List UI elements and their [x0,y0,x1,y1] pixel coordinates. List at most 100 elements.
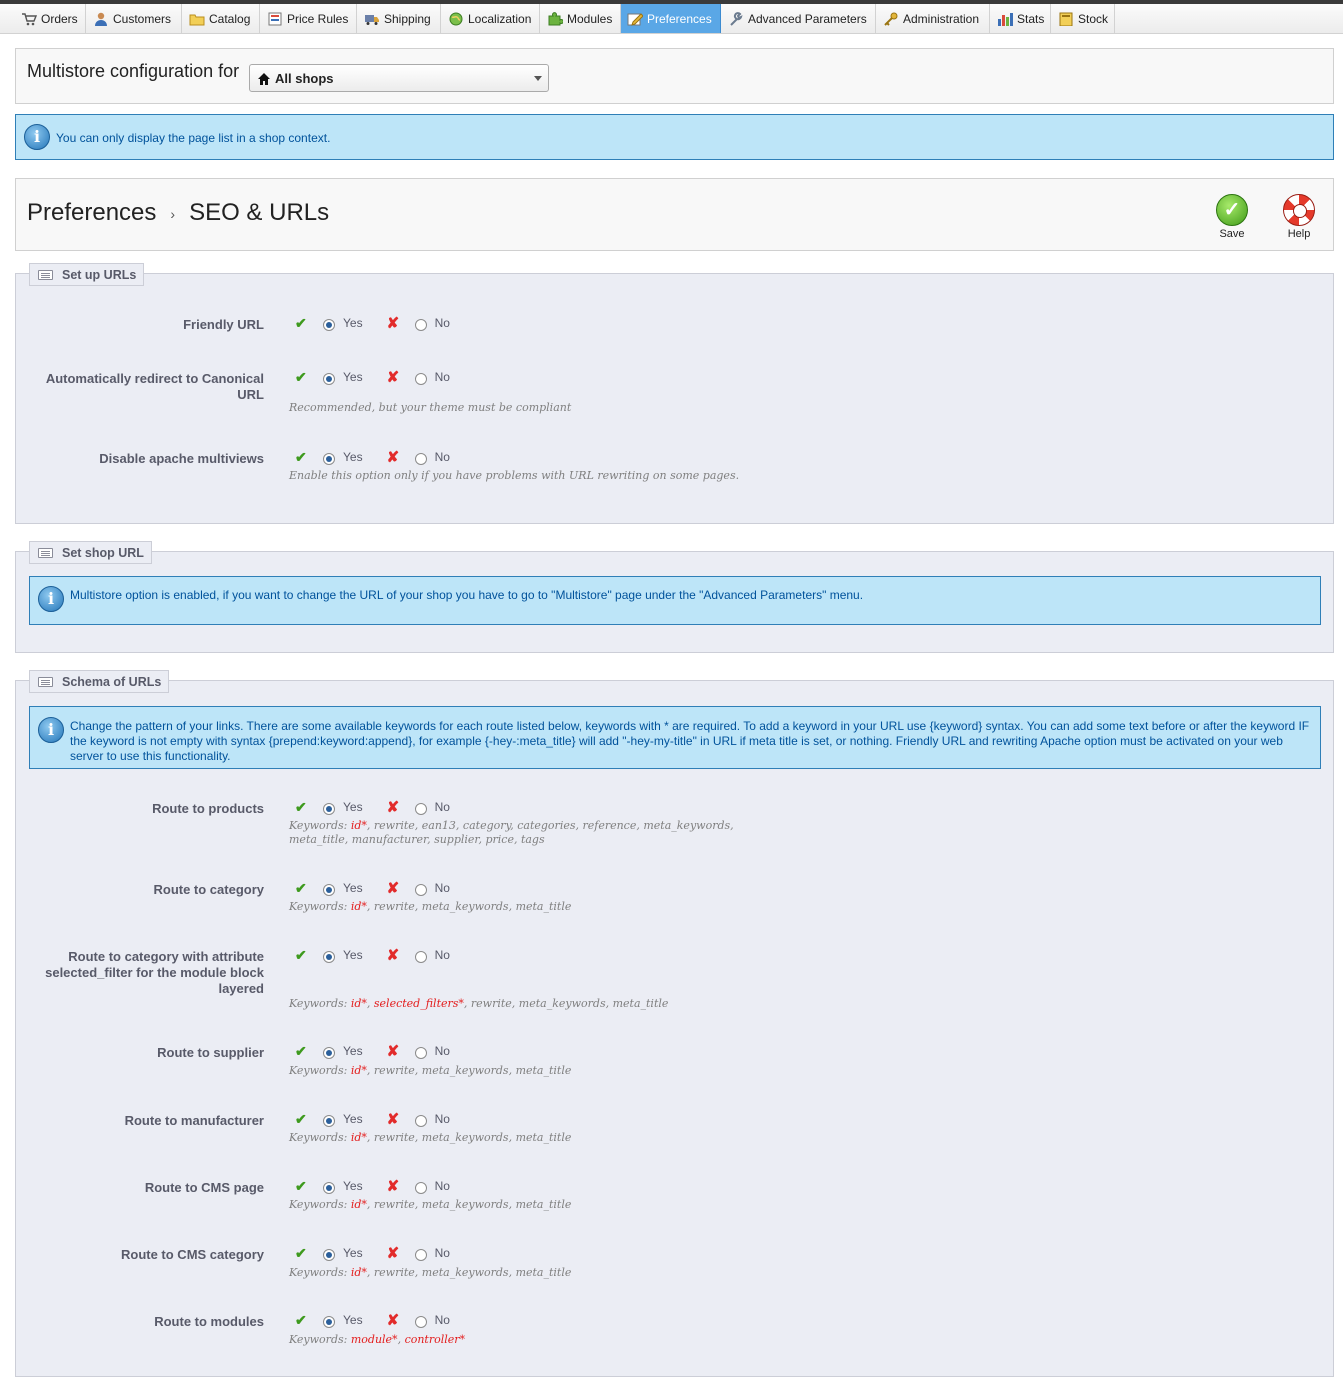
apache-multiviews-label: Disable apache multiviews [99,451,264,466]
tab-stock[interactable]: Stock [1052,4,1115,33]
canonical-redirect-hint: Recommended, but your theme must be comp… [289,401,572,414]
context-notice: i You can only display the page list in … [15,114,1334,160]
canonical-redirect-no-radio[interactable] [414,373,427,385]
truck-icon [364,12,380,26]
route-supplier-toggle: ✔ Yes ✘ No [295,1042,450,1061]
route-category-filter-no-radio[interactable] [414,951,427,963]
tab-catalog[interactable]: Catalog [183,4,260,33]
keywords-prefix: Keywords: [289,1333,348,1346]
required-keyword: id* [350,1131,367,1144]
required-keyword: id* [350,900,367,913]
route-cms-page-no-radio[interactable] [414,1182,427,1194]
yes-label: Yes [343,1246,363,1260]
friendly-url-no-radio[interactable] [414,319,427,331]
route-cms-category-toggle: ✔ Yes ✘ No [295,1244,450,1263]
info-icon: i [38,717,64,743]
required-keyword: selected_filters* [373,997,464,1010]
tab-modules[interactable]: Modules [541,4,621,33]
tab-label: Customers [113,11,172,26]
yes-label: Yes [343,316,363,330]
cross-icon: ✘ [386,1312,400,1329]
required-keyword: id* [350,1064,367,1077]
tab-orders[interactable]: Orders [15,4,86,33]
route-products-no-radio[interactable] [414,803,427,815]
route-cms-category-label: Route to CMS category [120,1247,264,1262]
schema-legend: Schema of URLs [29,670,170,693]
cross-icon: ✘ [386,449,400,466]
route-cms-category-yes-radio[interactable] [323,1249,335,1261]
route-category-no-radio[interactable] [414,884,427,896]
globe-icon [448,12,464,26]
main-menu: Orders Customers Catalog Price Rules Shi… [0,4,1343,34]
tab-localization[interactable]: Localization [442,4,540,33]
route-modules-no-radio[interactable] [414,1316,427,1328]
route-cms-page-yes-radio[interactable] [323,1182,335,1194]
breadcrumb-parent[interactable]: Preferences [27,199,156,226]
shop-url-notice: i Multistore option is enabled, if you w… [29,576,1321,625]
required-keyword: id* [350,1266,367,1279]
tab-stats[interactable]: Stats [991,4,1051,33]
price-rules-icon [267,12,283,26]
no-label: No [434,948,450,962]
route-modules-yes-radio[interactable] [323,1316,335,1328]
check-icon: ✔ [295,879,307,896]
keywords-prefix: Keywords: [289,819,348,832]
tab-administration[interactable]: Administration [877,4,990,33]
canonical-redirect-toggle: ✔ Yes ✘ No [295,368,450,387]
shop-selector[interactable]: All shops [249,64,549,92]
tab-preferences[interactable]: Preferences [621,4,721,33]
schema-notice: i Change the pattern of your links. Ther… [29,706,1321,769]
keywords-prefix: Keywords: [289,997,348,1010]
check-icon: ✔ [295,1042,307,1059]
canonical-redirect-yes-radio[interactable] [323,373,335,385]
tab-price-rules[interactable]: Price Rules [261,4,357,33]
route-category-filter-toggle: ✔ Yes ✘ No [295,946,450,965]
home-icon [257,72,271,85]
cross-icon: ✘ [386,1245,400,1262]
route-products-label: Route to products [152,801,264,816]
route-supplier-yes-radio[interactable] [323,1047,335,1059]
puzzle-icon [547,11,564,26]
tab-label: Advanced Parameters [748,11,867,26]
route-category-yes-radio[interactable] [323,884,335,896]
route-cms-page-keywords: Keywords: id*, rewrite, meta_keywords, m… [289,1198,571,1212]
route-category-filter-keywords: Keywords: id*, selected_filters*, rewrit… [289,997,669,1010]
tab-label: Stats [1017,11,1045,26]
multistore-panel: Multistore configuration for All shops [15,48,1334,104]
multistore-label: Multistore configuration for [27,61,240,81]
tab-advanced-parameters[interactable]: Advanced Parameters [722,4,876,33]
no-label: No [434,881,450,895]
route-category-keywords: Keywords: id*, rewrite, meta_keywords, m… [289,900,571,914]
no-label: No [434,800,450,814]
route-supplier-no-radio[interactable] [414,1047,427,1059]
help-button[interactable]: Help [1274,194,1324,240]
route-manufacturer-keywords: Keywords: id*, rewrite, meta_keywords, m… [289,1131,571,1145]
route-manufacturer-yes-radio[interactable] [323,1115,335,1127]
route-products-yes-radio[interactable] [323,803,335,815]
check-icon: ✔ [295,1311,307,1328]
friendly-url-yes-radio[interactable] [323,319,335,331]
route-modules-toggle: ✔ Yes ✘ No [295,1311,450,1330]
tab-label: Localization [468,11,532,26]
apache-multiviews-hint: Enable this option only if you have prob… [289,469,740,482]
route-products-toggle: ✔ Yes ✘ No [295,798,450,817]
route-manufacturer-toggle: ✔ Yes ✘ No [295,1110,450,1129]
route-modules-label: Route to modules [154,1314,264,1329]
preferences-icon [627,12,644,26]
check-icon: ✔ [295,946,307,963]
yes-label: Yes [343,1313,363,1327]
route-manufacturer-no-radio[interactable] [414,1115,427,1127]
keywords-prefix: Keywords: [289,1131,348,1144]
yes-label: Yes [343,450,363,464]
optional-keywords: , rewrite, meta_keywords, meta_title [366,1131,572,1144]
tab-shipping[interactable]: Shipping [358,4,441,33]
apache-multiviews-no-radio[interactable] [414,453,427,465]
route-cms-category-no-radio[interactable] [414,1249,427,1261]
tab-customers[interactable]: Customers [87,4,182,33]
apache-multiviews-yes-radio[interactable] [323,453,335,465]
tab-label: Modules [567,11,613,26]
optional-keywords: , rewrite, meta_keywords, meta_title [366,1064,572,1077]
save-button[interactable]: ✓ Save [1207,194,1257,240]
check-icon: ✔ [295,448,307,465]
route-category-filter-yes-radio[interactable] [323,951,335,963]
